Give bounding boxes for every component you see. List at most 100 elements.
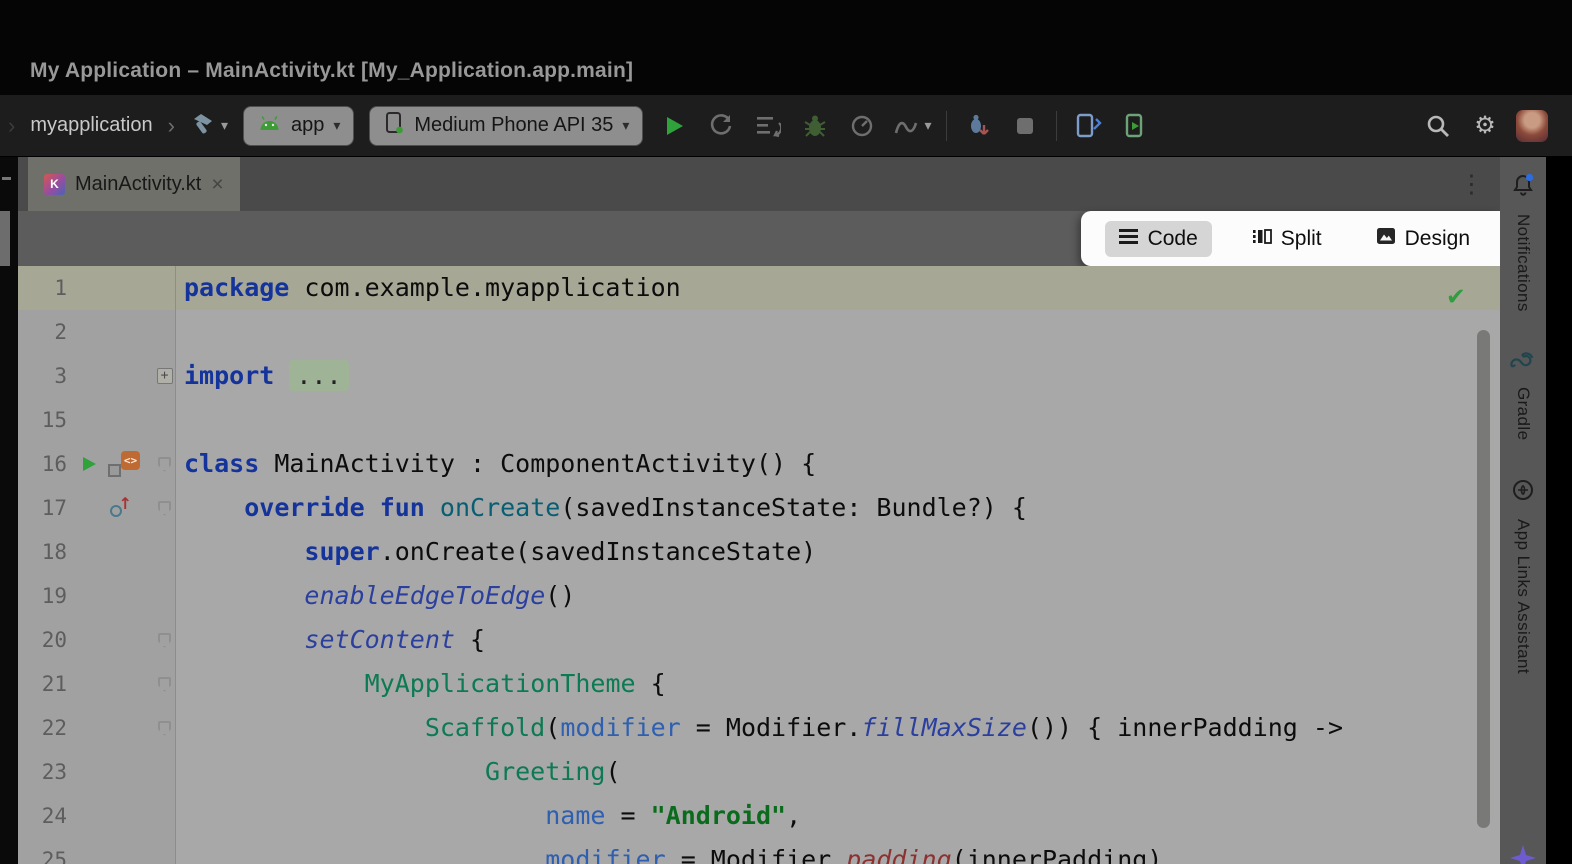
view-mode-toggle: Code Split Design (1081, 211, 1500, 266)
code-token: name (545, 801, 605, 830)
line-number: 23 (18, 750, 74, 794)
fold-gutter (154, 706, 176, 750)
run-line-icon[interactable] (80, 455, 98, 473)
fold-gutter (154, 486, 176, 530)
apply-code-changes-button[interactable] (752, 110, 784, 142)
title-bar: My Application – MainActivity.kt [My_App… (0, 0, 1572, 95)
code-token: setContent (304, 625, 455, 654)
sidebar-item-notifications[interactable]: Notifications (1511, 173, 1535, 312)
kotlin-file-icon: K (44, 174, 65, 195)
code-text: class MainActivity : ComponentActivity()… (176, 442, 1500, 486)
fold-gutter (154, 442, 176, 486)
debug-button[interactable] (799, 110, 831, 142)
class-stack-icon (108, 464, 121, 477)
code-text: Scaffold(modifier = Modifier.fillMaxSize… (176, 706, 1500, 750)
code-line: 3+import ... (18, 354, 1500, 398)
code-text: name = "Android", (176, 794, 1500, 838)
design-icon (1376, 227, 1396, 250)
line-number: 1 (18, 266, 74, 310)
editor-tab-bar: K MainActivity.kt × ⋮ (18, 157, 1500, 211)
fold-marker-icon[interactable] (158, 501, 171, 516)
code-token: class (184, 449, 259, 478)
app-links-assistant-icon (1511, 478, 1535, 507)
device-selector-label: Medium Phone API 35 (414, 114, 613, 137)
stop-button[interactable] (1009, 110, 1041, 142)
android-studio-window: My Application – MainActivity.kt [My_App… (0, 0, 1572, 864)
fold-gutter (154, 398, 176, 442)
attach-debugger-button[interactable] (962, 110, 994, 142)
compose-preview-icon[interactable]: <> (108, 451, 140, 477)
run-button[interactable] (658, 110, 690, 142)
code-token (184, 713, 425, 742)
line-number: 19 (18, 574, 74, 618)
code-token (184, 537, 304, 566)
code-token (365, 493, 380, 522)
device-manager-button[interactable] (1072, 110, 1104, 142)
close-tab-icon[interactable]: × (211, 174, 223, 195)
project-widget[interactable]: myapplication (30, 114, 152, 137)
code-token: fillMaxSize (861, 713, 1027, 742)
code-token: ( (545, 713, 560, 742)
code-token (184, 625, 304, 654)
chevron-down-icon: ▾ (333, 117, 340, 134)
line-number: 24 (18, 794, 74, 838)
unfold-marker-icon[interactable]: + (157, 368, 173, 384)
gemini-sparkle-icon[interactable] (1510, 845, 1536, 864)
compose-tag-icon: <> (121, 451, 140, 470)
fold-marker-icon[interactable] (158, 457, 171, 472)
fold-gutter: + (154, 354, 176, 398)
vcs-widget[interactable]: ▾ (190, 111, 228, 140)
module-selector[interactable]: app ▾ (243, 106, 354, 146)
gutter-icons (74, 838, 154, 864)
view-mode-code-button[interactable]: Code (1105, 221, 1212, 257)
override-method-icon[interactable]: ↑ (110, 498, 132, 518)
line-number: 18 (18, 530, 74, 574)
inspections-ok-check-icon[interactable]: ✔ (1448, 280, 1464, 311)
override-arrow-icon: ↑ (119, 494, 132, 513)
view-mode-split-button[interactable]: Split (1238, 221, 1336, 257)
sidebar-item-gradle[interactable]: Gradle (1510, 350, 1536, 440)
profile-button[interactable] (846, 110, 878, 142)
code-token: = Modifier. (666, 845, 847, 864)
gutter-icons (74, 530, 154, 574)
code-line: 17↑ override fun onCreate(savedInstanceS… (18, 486, 1500, 530)
line-number: 17 (18, 486, 74, 530)
code-text: setContent { (176, 618, 1500, 662)
code-text: enableEdgeToEdge() (176, 574, 1500, 618)
profiler-options-button[interactable]: ▾ (893, 115, 931, 137)
gutter-icons (74, 706, 154, 750)
line-number: 3 (18, 354, 74, 398)
view-mode-design-button[interactable]: Design (1362, 221, 1484, 257)
code-line: 20 setContent { (18, 618, 1500, 662)
apply-changes-button[interactable] (705, 110, 737, 142)
user-avatar[interactable] (1516, 110, 1548, 142)
editor-scrollbar[interactable] (1477, 330, 1490, 828)
code-token (184, 801, 545, 830)
tab-mainactivity[interactable]: K MainActivity.kt × (28, 157, 240, 211)
fold-marker-icon[interactable] (158, 633, 171, 648)
gutter-icons (74, 662, 154, 706)
sidebar-item-label: Gradle (1513, 387, 1533, 440)
fold-gutter (154, 530, 176, 574)
code-token (274, 361, 289, 390)
code-token: = Modifier. (681, 713, 862, 742)
device-selector[interactable]: Medium Phone API 35 ▾ (369, 106, 643, 146)
fold-gutter (154, 838, 176, 864)
code-editor[interactable]: 1package com.example.myapplication23+imp… (18, 266, 1500, 864)
code-line: 24 name = "Android", (18, 794, 1500, 838)
code-token: package (184, 273, 289, 302)
right-window-edge (1546, 157, 1572, 864)
settings-gear-button[interactable]: ⚙ (1469, 110, 1501, 142)
code-text (176, 398, 1500, 442)
search-everywhere-button[interactable] (1422, 110, 1454, 142)
code-text: Greeting( (176, 750, 1500, 794)
folded-imports-box[interactable]: ... (289, 360, 348, 391)
fold-gutter (154, 310, 176, 354)
running-devices-button[interactable] (1119, 110, 1151, 142)
fold-marker-icon[interactable] (158, 677, 171, 692)
fold-marker-icon[interactable] (158, 721, 171, 736)
gutter-icons (74, 266, 154, 310)
view-mode-code-label: Code (1148, 227, 1198, 251)
sidebar-item-app-links-assistant[interactable]: App Links Assistant (1511, 478, 1535, 674)
tab-options-kebab-icon[interactable]: ⋮ (1459, 169, 1484, 199)
